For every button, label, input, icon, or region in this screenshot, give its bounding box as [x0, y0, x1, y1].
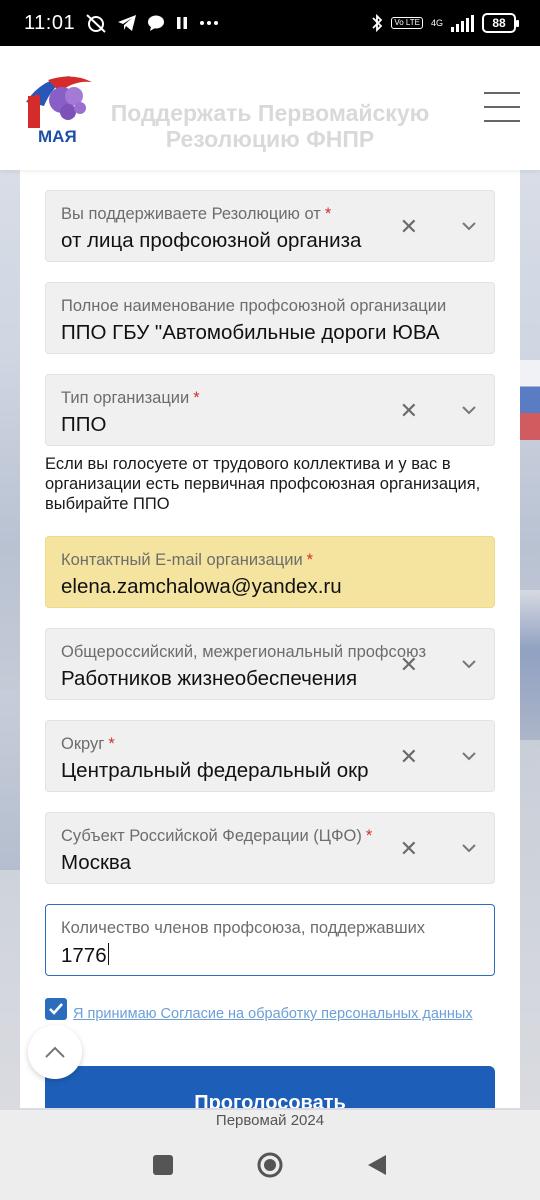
- form-card: Вы поддерживаете Резолюцию от * от лица п…: [20, 170, 520, 1108]
- clear-icon[interactable]: ✕: [400, 216, 418, 238]
- chevron-down-icon[interactable]: [460, 839, 478, 857]
- chevron-down-icon[interactable]: [460, 747, 478, 765]
- clear-icon[interactable]: ✕: [400, 838, 418, 860]
- organization-type-select[interactable]: Тип организации * ППО ✕: [45, 374, 495, 446]
- telegram-icon: [117, 13, 137, 33]
- field-label: Тип организации *: [61, 389, 200, 407]
- network-type-label: 4G: [430, 17, 443, 28]
- field-value: ППО ГБУ "Автомобильные дороги ЮВА: [61, 321, 440, 344]
- vote-button[interactable]: Проголосовать: [45, 1066, 495, 1108]
- district-select[interactable]: Округ * Центральный федеральный окр ✕: [45, 720, 495, 792]
- email-field[interactable]: Контактный E-mail организации * elena.zam…: [45, 536, 495, 608]
- pause-icon: [175, 13, 189, 33]
- field-value: от лица профсоюзной организа: [61, 229, 362, 252]
- field-value: elena.zamchalowa@yandex.ru: [61, 575, 342, 598]
- battery-icon: 88: [482, 13, 519, 33]
- status-time: 11:01: [24, 11, 76, 34]
- status-bar: 11:01 Vo LTE 4G 88: [0, 0, 540, 46]
- hamburger-menu-icon[interactable]: [484, 92, 520, 122]
- field-label: Округ *: [61, 735, 115, 753]
- resolution-from-select[interactable]: Вы поддерживаете Резолюцию от * от лица п…: [45, 190, 495, 262]
- consent-checkbox[interactable]: [45, 998, 67, 1020]
- field-value: Работников жизнеобеспечения: [61, 667, 358, 690]
- chat-icon: [147, 13, 165, 33]
- field-value: 1776: [61, 943, 451, 968]
- field-label: Контактный E-mail организации *: [61, 551, 314, 569]
- footer-text: Первомай 2024: [215, 1112, 325, 1129]
- clear-icon[interactable]: ✕: [400, 746, 418, 768]
- volte-icon: Vo LTE: [391, 17, 423, 29]
- system-nav-bar: [0, 1130, 540, 1200]
- organization-type-hint: Если вы голосуете от трудового коллектив…: [45, 455, 481, 513]
- back-icon[interactable]: [360, 1148, 394, 1182]
- field-label: Вы поддерживаете Резолюцию от *: [61, 205, 332, 223]
- members-count-input[interactable]: Количество членов профсоюза, поддержавши…: [45, 904, 495, 976]
- recent-apps-icon[interactable]: [146, 1148, 180, 1182]
- clear-icon[interactable]: ✕: [400, 654, 418, 676]
- home-icon[interactable]: [253, 1148, 287, 1182]
- text-cursor: [107, 943, 110, 965]
- more-dots-icon: [199, 13, 219, 33]
- signal-icon: [451, 14, 474, 32]
- status-left: 11:01: [24, 12, 219, 35]
- field-label: Субъект Российской Федерации (ЦФО) *: [61, 827, 373, 845]
- field-value: Москва: [61, 851, 131, 874]
- field-value: Центральный федеральный окр: [61, 759, 369, 782]
- page-title: Поддержать Первомайскую Резолюцию ФНПР: [110, 100, 430, 152]
- site-header: МАЯ Поддержать Первомайскую Резолюцию ФН…: [0, 46, 540, 170]
- alarm-off-icon: [85, 13, 107, 33]
- field-label: Общероссийский, межрегиональный профсоюз: [61, 643, 427, 661]
- field-label: Полное наименование профсоюзной организа…: [61, 297, 447, 315]
- organization-name-field[interactable]: Полное наименование профсоюзной организа…: [45, 282, 495, 354]
- scroll-to-top-button[interactable]: [28, 1025, 82, 1079]
- field-value: ППО: [61, 413, 107, 436]
- clear-icon[interactable]: ✕: [400, 400, 418, 422]
- network-type: 4G: [430, 17, 443, 28]
- status-right: Vo LTE 4G 88: [371, 13, 519, 33]
- chevron-down-icon[interactable]: [460, 401, 478, 419]
- chevron-down-icon[interactable]: [460, 655, 478, 673]
- chevron-up-icon: [45, 1046, 65, 1058]
- federal-subject-select[interactable]: Субъект Российской Федерации (ЦФО) * Моск…: [45, 812, 495, 884]
- battery-level: 88: [492, 16, 506, 30]
- trade-union-select[interactable]: Общероссийский, межрегиональный профсоюз…: [45, 628, 495, 700]
- consent-link[interactable]: Я принимаю Согласие на обработку персона…: [73, 1006, 473, 1022]
- chevron-down-icon[interactable]: [460, 217, 478, 235]
- bluetooth-icon: [371, 13, 383, 33]
- field-label: Количество членов профсоюза, поддержавши…: [61, 919, 426, 937]
- consent-row: Я принимаю Согласие на обработку персона…: [45, 996, 505, 1039]
